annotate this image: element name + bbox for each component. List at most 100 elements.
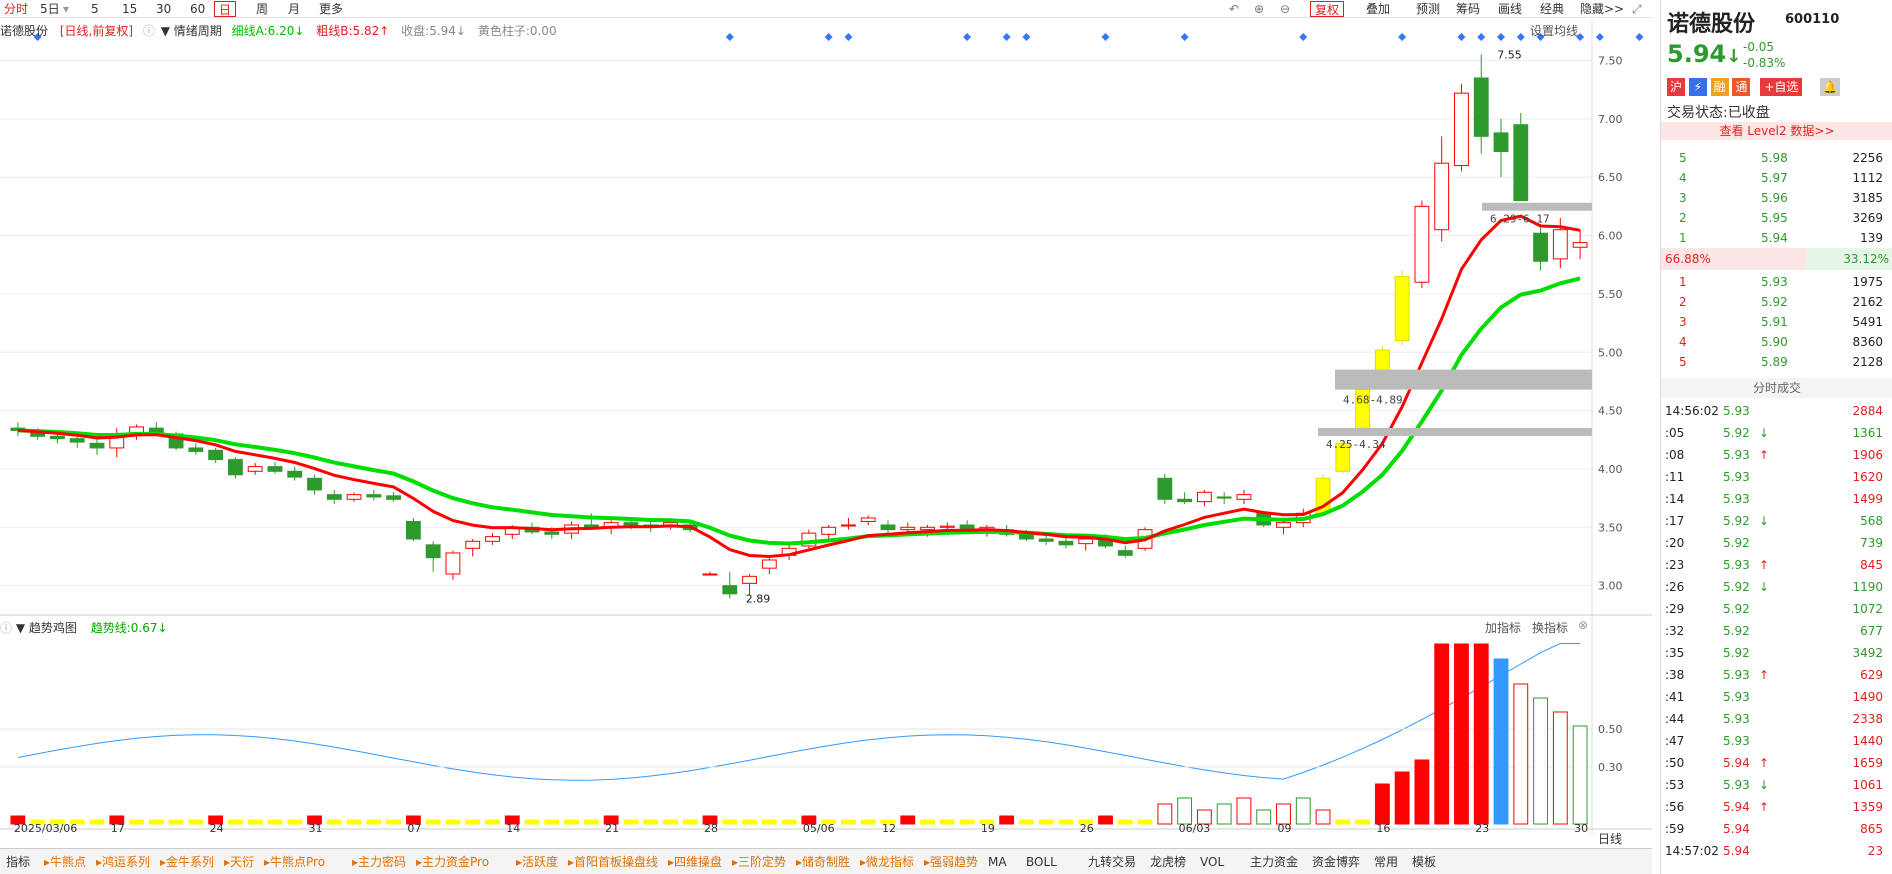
indicator-tab[interactable]: ▸微龙指标 — [860, 853, 914, 871]
indicator-tab[interactable]: 模板 — [1412, 853, 1436, 871]
help-icon[interactable]: ⓘ — [143, 24, 155, 38]
help-icon[interactable]: ⓘ — [0, 621, 12, 635]
indicator-tab[interactable]: BOLL — [1026, 853, 1057, 871]
info-close: 收盘:5.94↓ — [401, 24, 466, 38]
collapse-icon[interactable]: ▼ — [16, 621, 25, 635]
indicator-tab[interactable]: ▸储奇制胜 — [796, 853, 850, 871]
badge-margin[interactable]: 融 — [1710, 78, 1729, 96]
sub-indicator-bar — [1454, 643, 1469, 825]
indicator-tab[interactable]: ▸牛熊点 — [44, 853, 86, 871]
ask-row[interactable]: 1 5.94 139 — [1661, 228, 1892, 248]
indicator-tab[interactable]: ▸强弱趋势 — [924, 853, 978, 871]
candle-body — [425, 544, 441, 559]
indicator-tab[interactable]: 指标 — [6, 853, 30, 871]
toolbar-item-5min[interactable]: 5 — [87, 1, 103, 17]
bid-row[interactable]: 5 5.89 2128 — [1661, 352, 1892, 372]
indicator-tab[interactable]: ▸主力资金Pro — [416, 853, 489, 871]
classic-button[interactable]: 经典 — [1536, 1, 1568, 17]
sub-indicator-bar — [129, 819, 144, 825]
trade-volume: 1190 — [1852, 580, 1883, 594]
ask-row[interactable]: 5 5.98 2256 — [1661, 148, 1892, 168]
sub-indicator-bar — [227, 819, 243, 825]
sub-indicator-bar — [1493, 658, 1509, 825]
indicator-tab[interactable]: ▸牛熊点Pro — [264, 853, 325, 871]
adjust-rights-button[interactable]: 复权 — [1310, 1, 1345, 17]
bid-row[interactable]: 1 5.93 1975 — [1661, 272, 1892, 292]
indicator-tab[interactable]: ▸天衍 — [224, 853, 254, 871]
close-icon[interactable]: ⊗ — [1578, 618, 1588, 632]
indicator-tab[interactable]: ▸活跃度 — [516, 853, 558, 871]
toolbar-item-day[interactable]: 日 — [214, 1, 237, 17]
ask-row[interactable]: 2 5.95 3269 — [1661, 208, 1892, 228]
add-watchlist-button[interactable]: +自选 — [1760, 78, 1803, 96]
ma-settings-button[interactable]: 设置均线 — [1530, 22, 1578, 39]
bid-row[interactable]: 2 5.92 2162 — [1661, 292, 1892, 312]
draw-line-button[interactable]: 画线 — [1494, 1, 1526, 17]
toolbar-item-more[interactable]: 更多 — [315, 1, 347, 17]
level2-link[interactable]: 查看 Level2 数据>> — [1661, 122, 1892, 140]
trade-price: 5.92 — [1723, 646, 1750, 660]
add-indicator-button[interactable]: 加指标 — [1485, 619, 1521, 636]
zoom-in-icon[interactable]: ⊕ — [1250, 1, 1268, 17]
trade-time: :50 — [1665, 756, 1685, 770]
ask-row[interactable]: 3 5.96 3185 — [1661, 188, 1892, 208]
indicator-tab[interactable]: ▸主力密码 — [352, 853, 406, 871]
trade-price: 5.92 — [1723, 426, 1750, 440]
info-mode[interactable]: [日线,前复权] — [60, 24, 133, 38]
switch-indicator-button[interactable]: 换指标 — [1532, 619, 1568, 636]
ask-row[interactable]: 4 5.97 1112 — [1661, 168, 1892, 188]
date-axis-label: 16 — [1376, 822, 1390, 834]
candle-body — [50, 435, 65, 440]
toolbar-item-month[interactable]: 月 — [284, 1, 304, 17]
price-zone-label: 4.68-4.89 — [1343, 394, 1403, 407]
price-axis-label: 4.00 — [1598, 463, 1623, 476]
fullscreen-icon[interactable]: ⤢ — [1628, 1, 1646, 17]
bid-row[interactable]: 4 5.90 8360 — [1661, 332, 1892, 352]
toolbar-item-week[interactable]: 周 — [252, 1, 272, 17]
lightning-icon[interactable]: ⚡ — [1688, 78, 1707, 96]
indicator-tab[interactable]: 龙虎榜 — [1150, 853, 1186, 871]
hide-button[interactable]: 隐藏>> — [1576, 1, 1628, 17]
indicator-tab[interactable]: 主力资金 — [1250, 853, 1298, 871]
indicator-tab[interactable]: ▸首阳首板操盘线 — [568, 853, 658, 871]
zoom-out-icon[interactable]: ⊖ — [1276, 1, 1294, 17]
candle-body — [208, 449, 224, 461]
indicator-tab[interactable]: 资金博弈 — [1312, 853, 1360, 871]
trade-direction-icon: ↓ — [1759, 514, 1770, 528]
indicator-tab[interactable]: VOL — [1200, 853, 1224, 871]
trade-row: :05 5.92 ↓ 1361 — [1661, 422, 1892, 444]
dropdown-icon[interactable]: ▾ — [59, 1, 73, 17]
trade-time: :44 — [1665, 712, 1685, 726]
bell-icon[interactable]: 🔔 — [1820, 78, 1841, 96]
sub-panel-name[interactable]: 趋势鸡图 — [29, 621, 77, 635]
signal-marker — [963, 33, 972, 41]
toolbar-item-30min[interactable]: 30 — [152, 1, 175, 17]
overlay-button[interactable]: 叠加 — [1362, 1, 1394, 17]
candle-body — [1216, 496, 1232, 499]
info-indicator[interactable]: 情绪周期 — [174, 24, 222, 38]
indicator-tab[interactable]: MA — [988, 853, 1007, 871]
trade-price: 5.92 — [1723, 580, 1750, 594]
kline-chart-area[interactable]: 6.29-6.17 4.68-4.89 4.25-4.34 7.55 2.89 0.50… — [0, 19, 1652, 846]
sub-indicator-bar — [1315, 809, 1331, 825]
toolbar-item-timeshare[interactable]: 分时 — [0, 1, 32, 17]
toolbar-item-15min[interactable]: 15 — [118, 1, 141, 17]
bid-row[interactable]: 3 5.91 5491 — [1661, 312, 1892, 332]
indicator-tab[interactable]: 九转交易 — [1088, 853, 1136, 871]
undo-icon[interactable]: ↶ — [1225, 1, 1243, 17]
indicator-tab[interactable]: ▸四维操盘 — [668, 853, 722, 871]
indicator-tab[interactable]: ▸金牛系列 — [160, 853, 214, 871]
indicator-tab[interactable]: 常用 — [1374, 853, 1398, 871]
trade-row: :47 5.93 1440 — [1661, 730, 1892, 752]
candle-body — [188, 447, 204, 452]
forecast-button[interactable]: 预测 — [1412, 1, 1444, 17]
sub-indicator-bar — [623, 819, 639, 825]
collapse-icon[interactable]: ▼ — [161, 24, 170, 38]
badge-connect[interactable]: 通 — [1732, 78, 1751, 96]
badge-shanghai[interactable]: 沪 — [1667, 78, 1685, 96]
indicator-tab[interactable]: ▸三阶定势 — [732, 853, 786, 871]
chips-button[interactable]: 筹码 — [1452, 1, 1484, 17]
indicator-tab[interactable]: ▸鸿运系列 — [96, 853, 150, 871]
toolbar-item-60min[interactable]: 60 — [186, 1, 209, 17]
info-thick-line: 粗线B:5.82↑ — [316, 24, 390, 38]
